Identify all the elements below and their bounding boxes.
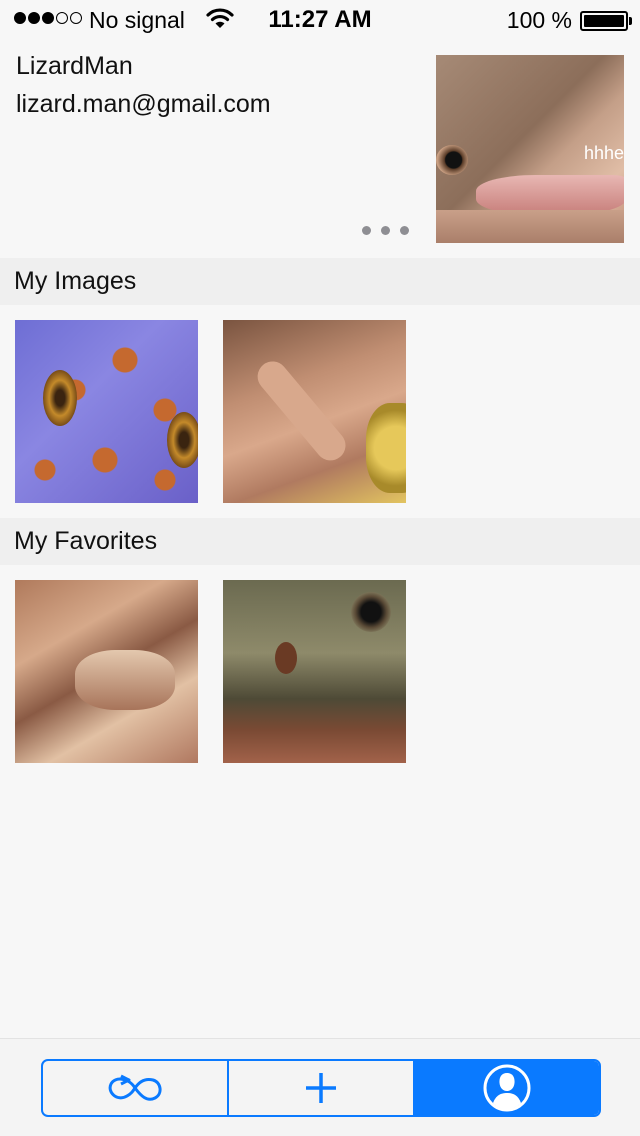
profile-name: LizardMan [16, 52, 133, 80]
infinity-refresh-icon [108, 1074, 162, 1101]
profile-email: lizard.man@gmail.com [16, 90, 271, 118]
segmented-control [41, 1059, 601, 1117]
image-thumbnail-hand[interactable] [223, 320, 406, 503]
lizard-jaw [436, 210, 624, 243]
favorite-thumbnail-horned-lizard[interactable] [15, 580, 198, 763]
tab-feed[interactable] [43, 1061, 229, 1115]
profile-avatar[interactable]: hhhe [436, 55, 624, 243]
plus-icon [306, 1073, 336, 1103]
lizard-eye [436, 145, 468, 175]
battery-percent: 100 % [506, 7, 572, 33]
section-header-my-images: My Images [0, 258, 640, 305]
favorite-thumbnail-bearded-dragon[interactable] [223, 580, 406, 763]
image-thumbnail-gecko[interactable] [15, 320, 198, 503]
lizard-mouth [476, 175, 624, 215]
profile-icon [483, 1064, 531, 1112]
tab-bar [0, 1038, 640, 1136]
tab-profile[interactable] [415, 1061, 599, 1115]
tab-add[interactable] [229, 1061, 415, 1115]
avatar-caption: hhhe [583, 143, 624, 163]
section-header-my-favorites: My Favorites [0, 518, 640, 565]
ellipsis-icon[interactable] [362, 226, 409, 235]
battery-icon [580, 11, 632, 31]
status-bar: No signal 11:27 AM 100 % [0, 0, 640, 40]
